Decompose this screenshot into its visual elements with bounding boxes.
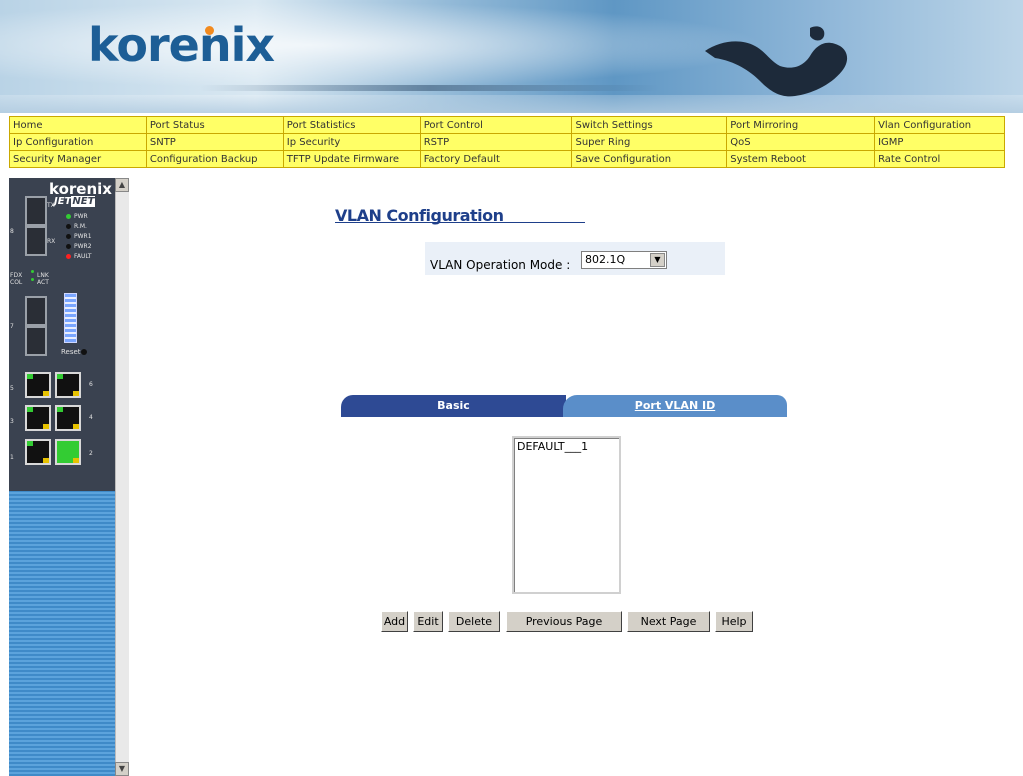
rj45-port-1[interactable] — [25, 439, 51, 465]
menu-super-ring[interactable]: Super Ring — [571, 133, 728, 151]
header-banner: korenix — [0, 0, 1023, 113]
led-pwr — [66, 214, 71, 219]
vlan-list-item[interactable]: DEFAULT___1 — [514, 438, 619, 455]
banner-band — [0, 95, 1023, 113]
port-number-1: 1 — [10, 454, 14, 461]
led-label-rm: R.M. — [74, 223, 87, 230]
led-label-pwr: PWR — [74, 213, 88, 220]
tab-basic[interactable]: Basic — [341, 395, 566, 417]
korenix-logo: korenix — [88, 18, 275, 72]
port-number-5: 5 — [10, 385, 14, 392]
menu-tftp-update-firmware[interactable]: TFTP Update Firmware — [282, 150, 421, 168]
rj45-port-6[interactable] — [55, 372, 81, 398]
dip-switch — [64, 293, 77, 343]
title-underline — [335, 222, 585, 223]
led-fault — [66, 254, 71, 259]
vlan-tabs: Basic Port VLAN ID — [341, 395, 787, 417]
edit-button[interactable]: Edit — [413, 611, 443, 632]
led-pwr2 — [66, 244, 71, 249]
vlan-mode-value: 802.1Q — [585, 253, 626, 266]
menu-vlan-configuration[interactable]: Vlan Configuration — [874, 116, 1005, 134]
logo-dot — [205, 26, 214, 35]
device-model: JETNET — [54, 196, 96, 207]
surfer-silhouette-icon — [705, 26, 848, 97]
help-button[interactable]: Help — [715, 611, 753, 632]
port-number-2: 2 — [89, 450, 93, 457]
led-fdx — [31, 270, 34, 273]
fiber-port-7-tx[interactable] — [25, 296, 47, 326]
menu-port-control[interactable]: Port Control — [419, 116, 573, 134]
menu-port-statistics[interactable]: Port Statistics — [282, 116, 421, 134]
menu-configuration-backup[interactable]: Configuration Backup — [145, 150, 284, 168]
rj45-port-4[interactable] — [55, 405, 81, 431]
switch-front-panel: korenix JETNET 8 TX RX PWR R.M. PWR1 PWR… — [9, 178, 115, 491]
menu-home[interactable]: Home — [9, 116, 147, 134]
led-rm — [66, 224, 71, 229]
menu-rstp[interactable]: RSTP — [419, 133, 573, 151]
fiber-port-8-tx[interactable] — [25, 196, 47, 226]
sidebar-device-panel: korenix JETNET 8 TX RX PWR R.M. PWR1 PWR… — [9, 178, 129, 776]
port-number-6: 6 — [89, 381, 93, 388]
menu-rate-control[interactable]: Rate Control — [874, 150, 1005, 168]
led-col — [31, 278, 34, 281]
next-page-button[interactable]: Next Page — [627, 611, 710, 632]
rj45-port-2[interactable] — [55, 439, 81, 465]
menu-igmp[interactable]: IGMP — [874, 133, 1005, 151]
menu-switch-settings[interactable]: Switch Settings — [571, 116, 728, 134]
device-model-prefix: JET — [54, 196, 72, 207]
menu-qos[interactable]: QoS — [726, 133, 876, 151]
tab-port-vlan-id[interactable]: Port VLAN ID — [563, 395, 787, 417]
led-label-pwr2: PWR2 — [74, 243, 92, 250]
fiber-port-8-rx[interactable] — [25, 226, 47, 256]
menu-system-reboot[interactable]: System Reboot — [726, 150, 876, 168]
delete-button[interactable]: Delete — [448, 611, 500, 632]
previous-page-button[interactable]: Previous Page — [506, 611, 622, 632]
scroll-up-icon[interactable]: ▲ — [115, 178, 129, 192]
sidebar-scrollbar[interactable] — [115, 178, 129, 776]
rj45-port-5[interactable] — [25, 372, 51, 398]
tx-label: TX — [47, 202, 55, 209]
chevron-down-icon[interactable]: ▼ — [650, 253, 665, 267]
menu-ip-security[interactable]: Ip Security — [282, 133, 421, 151]
menu-sntp[interactable]: SNTP — [145, 133, 284, 151]
menu-save-configuration[interactable]: Save Configuration — [571, 150, 728, 168]
rx-label: RX — [47, 238, 56, 245]
vlan-mode-select[interactable]: 802.1Q ▼ — [581, 251, 667, 269]
menu-port-mirroring[interactable]: Port Mirroring — [726, 116, 876, 134]
menu-row: Home Port Status Port Statistics Port Co… — [9, 116, 1005, 134]
fiber-port-7-rx[interactable] — [25, 326, 47, 356]
menu-row: Ip Configuration SNTP Ip Security RSTP S… — [9, 133, 1005, 151]
port-number-7: 7 — [10, 323, 14, 330]
rj45-port-3[interactable] — [25, 405, 51, 431]
reset-label: Reset — [61, 348, 81, 356]
add-button[interactable]: Add — [381, 611, 408, 632]
led-pwr1 — [66, 234, 71, 239]
banner-waterline — [200, 85, 660, 91]
vlan-listbox[interactable]: DEFAULT___1 — [512, 436, 621, 594]
vlan-mode-label: VLAN Operation Mode : — [430, 258, 571, 272]
lnk-act-label: LNK ACT — [37, 272, 49, 286]
main-menu: Home Port Status Port Statistics Port Co… — [9, 116, 1005, 168]
port-number-3: 3 — [10, 418, 14, 425]
led-label-fault: FAULT — [74, 253, 92, 260]
fdx-col-label: FDX COL — [10, 272, 23, 286]
menu-row: Security Manager Configuration Backup TF… — [9, 150, 1005, 168]
menu-ip-configuration[interactable]: Ip Configuration — [9, 133, 147, 151]
led-label-pwr1: PWR1 — [74, 233, 92, 240]
port-number-4: 4 — [89, 414, 93, 421]
reset-button[interactable] — [81, 349, 87, 355]
scroll-down-icon[interactable]: ▼ — [115, 762, 129, 776]
port-number-8: 8 — [10, 228, 14, 235]
menu-security-manager[interactable]: Security Manager — [9, 150, 147, 168]
menu-port-status[interactable]: Port Status — [145, 116, 284, 134]
menu-factory-default[interactable]: Factory Default — [419, 150, 573, 168]
device-model-suffix: NET — [71, 196, 96, 207]
